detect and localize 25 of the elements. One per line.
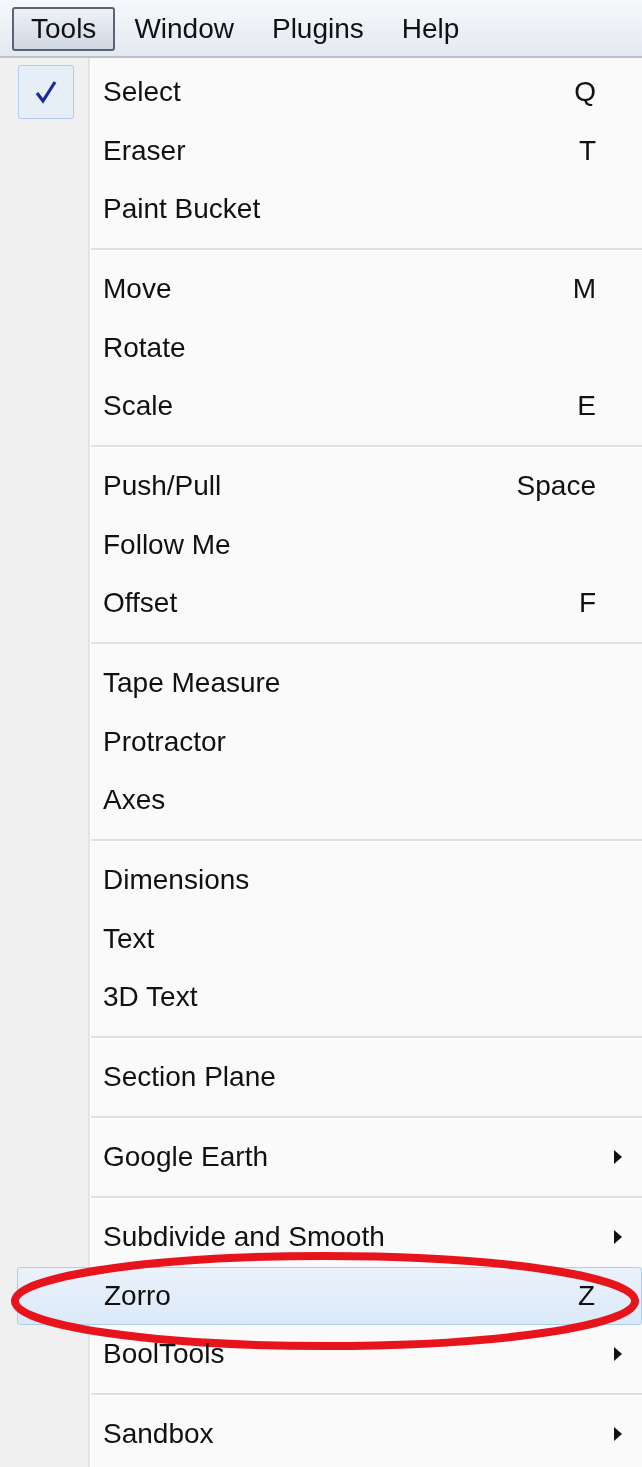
menu-item[interactable]: Google Earth (0, 1128, 642, 1187)
menu-bar-item[interactable]: Tools (12, 7, 116, 51)
menu-item[interactable]: Push/Pull Space (0, 457, 642, 516)
menu-item[interactable]: Protractor (0, 712, 642, 771)
menu-item[interactable]: Paint Bucket (0, 180, 642, 239)
menu-bar-item[interactable]: Help (382, 7, 479, 51)
menu-bar-item[interactable]: Window (115, 7, 253, 51)
menu-item[interactable]: Zorro Z (17, 1266, 642, 1325)
menu-item[interactable]: Subdivide and Smooth (0, 1208, 642, 1267)
menu-item[interactable]: Text (0, 909, 642, 968)
menu-item[interactable]: Axes (0, 771, 642, 830)
menu-item[interactable]: Section Plane (0, 1048, 642, 1107)
menu-item[interactable]: Move M (0, 260, 642, 319)
menu-item[interactable]: Select Q (0, 63, 642, 122)
menu-item[interactable]: BoolTools (0, 1325, 642, 1384)
menu-item[interactable]: Eraser T (0, 121, 642, 180)
menu-item[interactable]: Rotate (0, 318, 642, 377)
menu-item[interactable]: Dimensions (0, 851, 642, 910)
menu-item[interactable]: 3D Text (0, 968, 642, 1027)
menu-item[interactable]: Follow Me (0, 515, 642, 574)
menu-item[interactable]: Scale E (0, 377, 642, 436)
menu-item[interactable]: Sandbox (0, 1405, 642, 1464)
menu-bar-item[interactable]: Plugins (252, 7, 383, 51)
menu-item[interactable]: Offset F (0, 574, 642, 633)
menu-item[interactable]: Tape Measure (0, 654, 642, 713)
